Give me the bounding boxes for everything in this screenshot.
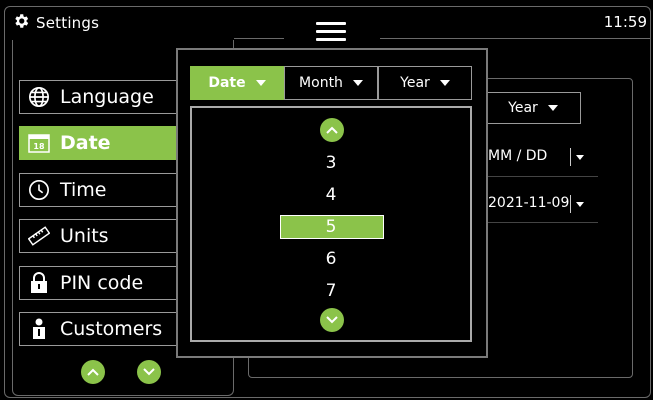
calendar-icon: 18 — [28, 132, 50, 154]
sidebar-item-label: Customers — [60, 318, 163, 340]
person-icon — [28, 318, 50, 340]
picker-option[interactable]: 4 — [192, 185, 470, 205]
sidebar-item-label: Units — [60, 225, 109, 247]
header-divider-left — [234, 38, 284, 39]
sidebar-item-label: Date — [60, 132, 111, 154]
sidebar-item-label: Time — [60, 179, 107, 201]
picker-option-selected[interactable]: 5 — [192, 217, 470, 237]
picker-scroll-up-button[interactable] — [320, 118, 344, 142]
lock-icon — [28, 272, 50, 294]
caret-down-icon — [547, 105, 558, 111]
tab-date[interactable]: Date — [190, 66, 284, 100]
sidebar-item-language[interactable]: Language — [19, 80, 179, 114]
sidebar-item-customers[interactable]: Customers — [19, 312, 179, 346]
sidebar-item-label: PIN code — [60, 272, 144, 294]
date-value[interactable]: 2021-11-09 — [488, 195, 569, 211]
caret-down-icon — [352, 80, 363, 86]
header-title: Settings — [36, 14, 100, 32]
sidebar-item-pin-code[interactable]: PIN code — [19, 266, 179, 300]
year-format-label: Year — [508, 100, 538, 116]
chevron-up-icon — [326, 126, 338, 134]
sidebar-item-time[interactable]: Time — [19, 173, 179, 207]
sidebar-scroll-down-button[interactable] — [137, 360, 161, 384]
picker-scroll-down-button[interactable] — [320, 308, 344, 332]
row-underline — [488, 222, 598, 223]
caret-down-icon[interactable] — [576, 202, 584, 207]
sidebar-item-date[interactable]: 18 Date — [19, 126, 179, 160]
picker-option[interactable]: 7 — [192, 281, 470, 301]
sidebar-scroll-up-button[interactable] — [81, 360, 105, 384]
header-bar: Settings 11:59 — [0, 0, 653, 42]
date-format-value[interactable]: MM / DD — [488, 148, 547, 164]
gear-icon — [12, 12, 30, 34]
ruler-icon — [28, 225, 50, 247]
sidebar-item-units[interactable]: Units — [19, 219, 179, 253]
globe-icon — [28, 86, 50, 108]
value-picker-list[interactable]: 3 4 5 6 7 — [190, 106, 472, 342]
header-divider-right — [380, 38, 650, 39]
clock-time: 11:59 — [603, 13, 647, 31]
picker-tabs: Date Month Year — [190, 66, 472, 100]
sidebar-item-label: Language — [60, 86, 154, 108]
chevron-up-icon — [87, 368, 99, 376]
row-underline — [488, 176, 598, 177]
date-format-divider — [570, 148, 571, 166]
tab-label: Date — [208, 75, 246, 91]
picker-option[interactable]: 3 — [192, 153, 470, 173]
date-value-divider — [570, 195, 571, 213]
year-format-button[interactable]: Year — [485, 92, 581, 124]
caret-down-icon[interactable] — [576, 155, 584, 160]
tab-label: Month — [299, 75, 343, 91]
clock-icon — [28, 179, 50, 201]
picker-option[interactable]: 6 — [192, 249, 470, 269]
hamburger-icon[interactable] — [316, 22, 346, 42]
caret-down-icon — [255, 80, 266, 86]
chevron-down-icon — [143, 368, 155, 376]
tab-year[interactable]: Year — [378, 66, 472, 100]
tab-month[interactable]: Month — [284, 66, 378, 100]
tab-label: Year — [400, 75, 430, 91]
header-title-group: Settings — [12, 12, 99, 34]
caret-down-icon — [439, 80, 450, 86]
calendar-icon-day: 18 — [33, 142, 45, 151]
chevron-down-icon — [326, 316, 338, 324]
